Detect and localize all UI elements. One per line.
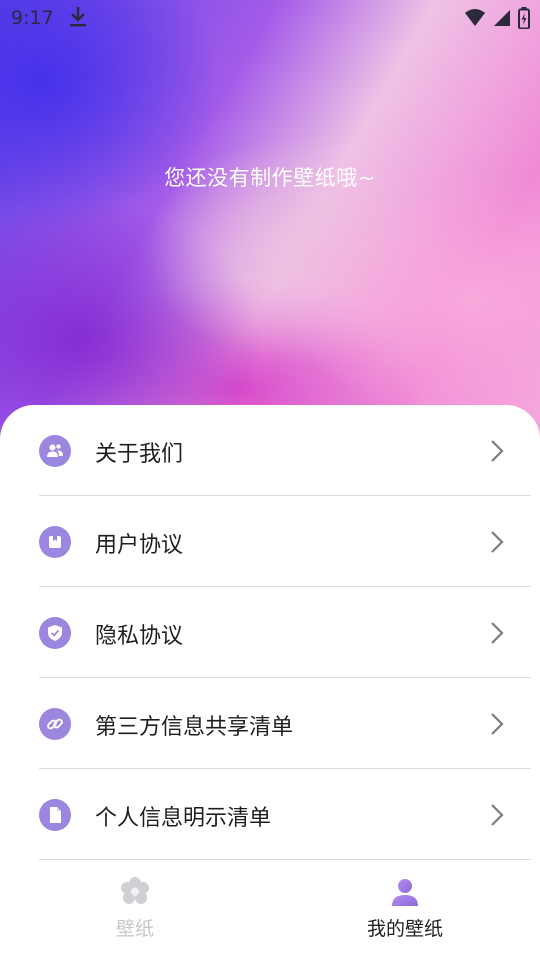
flower-icon <box>119 876 151 908</box>
person-icon <box>389 876 421 908</box>
wifi-icon <box>464 9 486 32</box>
menu-item-third-party-sharing[interactable]: 第三方信息共享清单 <box>0 678 540 769</box>
status-bar: 9:17 <box>0 0 540 36</box>
menu-item-label: 个人信息明示清单 <box>95 806 272 831</box>
about-us-icon <box>39 435 71 467</box>
tab-label: 壁纸 <box>115 918 154 940</box>
divider <box>39 859 531 860</box>
tab-wallpaper[interactable]: 壁纸 <box>0 864 270 960</box>
battery-icon <box>518 7 530 34</box>
menu-item-label: 隐私协议 <box>95 624 184 649</box>
link-icon <box>39 708 71 740</box>
menu-item-label: 用户协议 <box>95 533 184 558</box>
chevron-right-icon <box>486 439 506 463</box>
tab-label: 我的壁纸 <box>366 918 443 940</box>
chevron-right-icon <box>486 712 506 736</box>
menu-item-privacy-agreement[interactable]: 隐私协议 <box>0 587 540 678</box>
chevron-right-icon <box>486 621 506 645</box>
download-icon <box>68 6 88 33</box>
document-icon <box>39 799 71 831</box>
signal-icon <box>493 9 511 32</box>
menu-item-about-us[interactable]: 关于我们 <box>0 405 540 496</box>
menu-item-label: 第三方信息共享清单 <box>95 715 294 740</box>
menu-item-label: 关于我们 <box>95 442 184 467</box>
tab-my-wallpaper[interactable]: 我的壁纸 <box>270 864 540 960</box>
menu-item-personal-info-list[interactable]: 个人信息明示清单 <box>0 769 540 860</box>
empty-state-message: 您还没有制作壁纸哦~ <box>164 166 376 190</box>
hero-background <box>0 0 540 440</box>
chevron-right-icon <box>486 530 506 554</box>
menu-item-user-agreement[interactable]: 用户协议 <box>0 496 540 587</box>
user-agreement-icon <box>39 526 71 558</box>
chevron-right-icon <box>486 803 506 827</box>
status-time: 9:17 <box>11 7 54 29</box>
privacy-shield-icon <box>39 617 71 649</box>
bottom-tab-bar: 壁纸 我的壁纸 <box>0 864 540 960</box>
